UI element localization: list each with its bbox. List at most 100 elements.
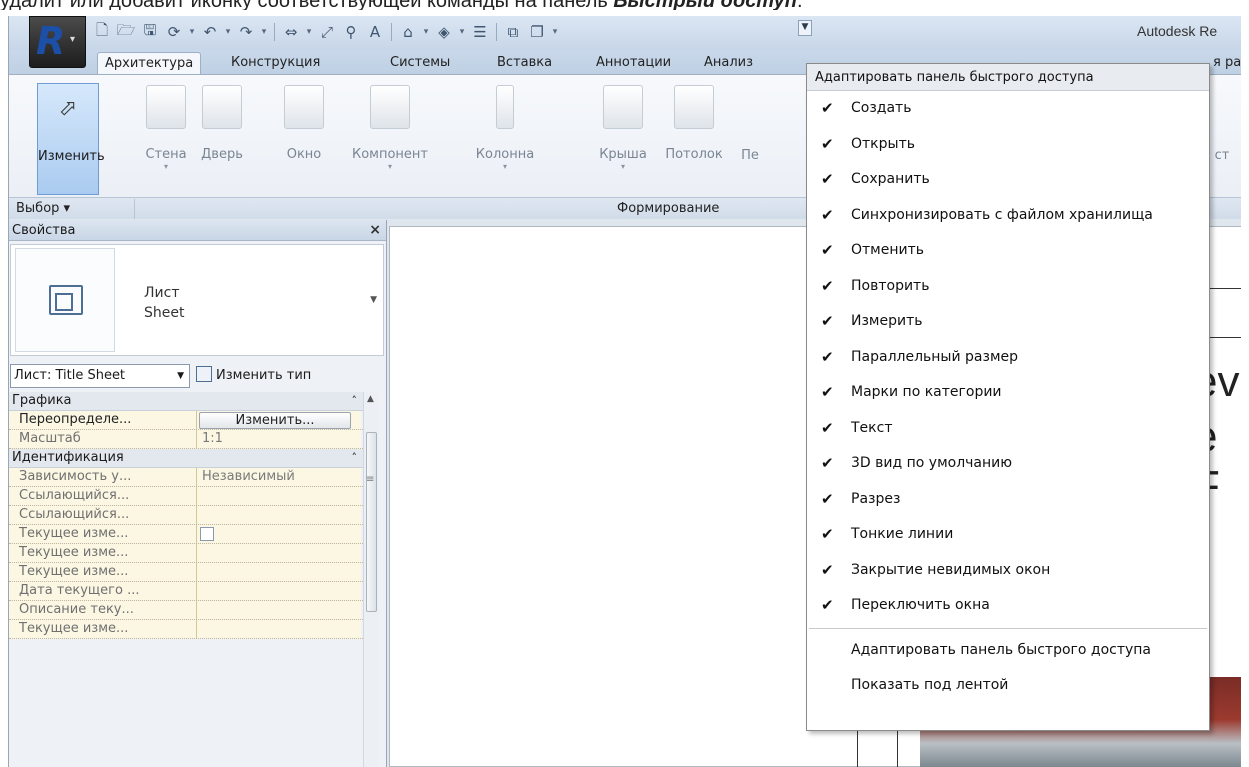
ribbon-right-fragment[interactable]: ст bbox=[1207, 75, 1237, 195]
menu-item-redo[interactable]: ✔ Повторить bbox=[807, 269, 1209, 305]
section-icon[interactable]: ◈ bbox=[433, 21, 455, 43]
ceiling-button[interactable]: Потолок bbox=[659, 75, 729, 195]
menu-item-close-hidden[interactable]: ✔ Закрытие невидимых окон bbox=[807, 553, 1209, 589]
menu-item-show-below-ribbon[interactable]: Показать под лентой bbox=[807, 668, 1209, 704]
property-key: Текущее изме... bbox=[9, 620, 197, 638]
type-name: Лист Sheet bbox=[144, 283, 184, 323]
menu-item-thin-lines[interactable]: ✔ Тонкие линии bbox=[807, 517, 1209, 553]
type-selector[interactable]: Лист Sheet ▼ bbox=[10, 244, 384, 356]
application-menu-button[interactable]: R ▾ bbox=[29, 16, 86, 68]
check-icon: ✔ bbox=[821, 205, 834, 224]
tab-architecture[interactable]: Архитектура bbox=[97, 52, 202, 74]
edit-type-icon bbox=[196, 366, 212, 382]
group-graphics[interactable]: Графика ˄ bbox=[9, 392, 379, 411]
open-folder-icon[interactable]: 🗁 bbox=[115, 21, 137, 43]
properties-scrollbar[interactable]: ▲ ≡ bbox=[363, 392, 379, 767]
modify-button[interactable]: ⬀ Изменить bbox=[37, 83, 105, 195]
menu-item-sync[interactable]: ✔ Синхронизировать с файлом хранилища bbox=[807, 198, 1209, 234]
group-graphics-label: Графика bbox=[12, 393, 72, 408]
menu-item-text[interactable]: ✔ Текст bbox=[807, 411, 1209, 447]
tab-structure[interactable]: Конструкция bbox=[224, 52, 327, 74]
menu-item-measure[interactable]: ✔ Измерить bbox=[807, 304, 1209, 340]
measure-dropdown-icon[interactable]: ▾ bbox=[304, 21, 314, 43]
measure-icon[interactable]: ⇔ bbox=[280, 21, 302, 43]
column-icon bbox=[496, 85, 514, 129]
menu-item-save[interactable]: ✔ Сохранить bbox=[807, 162, 1209, 198]
property-value[interactable] bbox=[197, 601, 361, 619]
property-key: Текущее изме... bbox=[9, 563, 197, 581]
redo-dropdown-icon[interactable]: ▾ bbox=[259, 21, 269, 43]
check-icon: ✔ bbox=[821, 347, 834, 366]
property-value[interactable] bbox=[197, 544, 361, 562]
undo-icon[interactable]: ↶ bbox=[199, 21, 221, 43]
switch-windows-icon[interactable]: ❐ bbox=[526, 21, 548, 43]
property-row: Текущее изме... bbox=[9, 563, 379, 582]
check-icon: ✔ bbox=[821, 383, 834, 401]
scroll-up-icon[interactable]: ▲ bbox=[367, 394, 374, 404]
floor-button[interactable]: Пе bbox=[735, 75, 765, 195]
property-row: Текущее изме... bbox=[9, 620, 379, 639]
menu-item-create[interactable]: ✔ Создать bbox=[807, 91, 1209, 127]
instance-filter-dropdown[interactable]: Лист: Title Sheet ▼ bbox=[10, 364, 190, 388]
property-row: Текущее изме... bbox=[9, 544, 379, 563]
3d-view-dropdown-icon[interactable]: ▾ bbox=[421, 21, 431, 43]
tab-overflow[interactable]: я раб bbox=[1206, 52, 1241, 74]
grip-icon: ≡ bbox=[366, 474, 375, 485]
check-icon: ✔ bbox=[821, 418, 834, 437]
property-checkbox[interactable] bbox=[200, 527, 214, 541]
menu-item-section[interactable]: ✔ Разрез bbox=[807, 482, 1209, 518]
customize-qat-menu: Адаптировать панель быстрого доступа ✔ Со… bbox=[806, 63, 1210, 731]
wall-button[interactable]: Стена ▾ bbox=[141, 75, 191, 195]
menu-item-customize-qat[interactable]: Адаптировать панель быстрого доступа bbox=[807, 633, 1209, 669]
roof-button[interactable]: Крыша ▾ bbox=[593, 75, 653, 195]
door-button[interactable]: Дверь bbox=[197, 75, 247, 195]
chevron-down-icon: ▾ bbox=[502, 162, 507, 171]
text-icon[interactable]: A bbox=[364, 21, 386, 43]
sheet-icon bbox=[15, 248, 115, 352]
tab-insert[interactable]: Вставка bbox=[490, 52, 559, 74]
new-file-icon[interactable]: 🗋 bbox=[91, 21, 113, 43]
scrollbar-thumb[interactable] bbox=[366, 432, 377, 612]
property-value[interactable] bbox=[197, 563, 361, 581]
menu-item-undo[interactable]: ✔ Отменить bbox=[807, 233, 1209, 269]
type-family-name: Лист bbox=[144, 285, 180, 301]
floor-label: Пе bbox=[741, 148, 759, 163]
check-icon: ✔ bbox=[821, 134, 834, 153]
close-hidden-windows-icon[interactable]: ⧉ bbox=[502, 21, 524, 43]
aligned-dimension-icon[interactable]: ⤢ bbox=[316, 21, 338, 43]
redo-icon[interactable]: ↷ bbox=[235, 21, 257, 43]
switch-windows-dropdown-icon[interactable]: ▾ bbox=[550, 21, 560, 43]
edit-type-button[interactable]: Изменить тип bbox=[196, 366, 311, 388]
tab-systems[interactable]: Системы bbox=[383, 52, 457, 74]
3d-view-icon[interactable]: ⌂ bbox=[397, 21, 419, 43]
menu-item-3d-view[interactable]: ✔ 3D вид по умолчанию bbox=[807, 446, 1209, 482]
select-panel-dropdown[interactable]: Выбор ▾ bbox=[11, 199, 135, 219]
tab-analyze[interactable]: Анализ bbox=[697, 52, 760, 74]
menu-item-tag-by-category[interactable]: ✔ Марки по категории bbox=[807, 375, 1209, 411]
thin-lines-icon[interactable]: ☰ bbox=[469, 21, 491, 43]
save-icon[interactable]: 🖫 bbox=[139, 21, 161, 43]
chevron-down-icon[interactable]: ▼ bbox=[370, 295, 377, 305]
column-button[interactable]: Колонна ▾ bbox=[469, 75, 541, 195]
property-value[interactable] bbox=[197, 620, 361, 638]
menu-item-aligned-dimension[interactable]: ✔ Параллельный размер bbox=[807, 340, 1209, 376]
menu-item-open[interactable]: ✔ Открыть bbox=[807, 127, 1209, 163]
right-fragment-label: ст bbox=[1214, 148, 1230, 163]
tab-annotate[interactable]: Аннотации bbox=[589, 52, 678, 74]
menu-item-switch-windows[interactable]: ✔ Переключить окна bbox=[807, 588, 1209, 624]
undo-dropdown-icon[interactable]: ▾ bbox=[223, 21, 233, 43]
collapse-icon[interactable]: ˄ bbox=[352, 392, 358, 410]
group-identity[interactable]: Идентификация ˄ bbox=[9, 449, 379, 468]
window-button[interactable]: Окно bbox=[279, 75, 329, 195]
property-value[interactable] bbox=[197, 582, 361, 600]
override-edit-button[interactable]: Изменить... bbox=[199, 412, 351, 429]
collapse-icon[interactable]: ˄ bbox=[352, 449, 358, 467]
sync-dropdown-icon[interactable]: ▾ bbox=[187, 21, 197, 43]
section-dropdown-icon[interactable]: ▾ bbox=[457, 21, 467, 43]
menu-item-label: Марки по категории bbox=[851, 384, 1002, 400]
close-icon[interactable]: × bbox=[369, 220, 381, 241]
sync-icon[interactable]: ⟳ bbox=[163, 21, 185, 43]
customize-qat-button[interactable]: ▼ bbox=[798, 20, 812, 36]
component-button[interactable]: Компонент ▾ bbox=[348, 75, 432, 195]
tag-by-category-icon[interactable]: ⚲ bbox=[340, 21, 362, 43]
